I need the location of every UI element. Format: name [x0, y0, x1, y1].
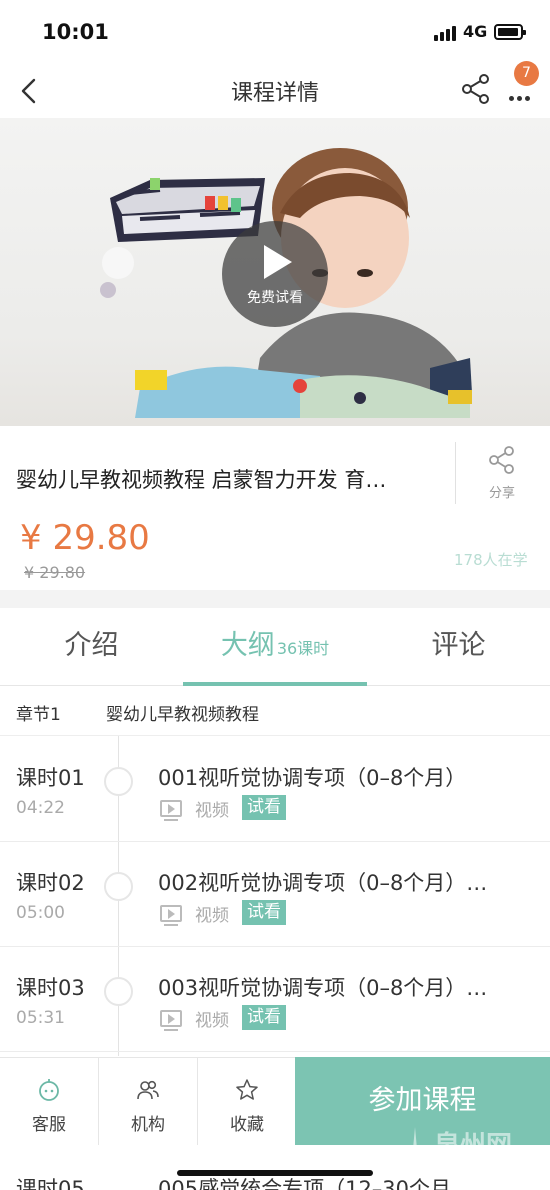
chapter-name: 婴幼儿早教视频教程 [106, 705, 259, 725]
lesson-row[interactable]: 课时03 05:31 003视听觉协调专项（0–8个月）… 视频 试看 [0, 947, 550, 1052]
course-title: 婴幼儿早教视频教程 启蒙智力开发 育… [16, 468, 387, 492]
free-preview-play-button[interactable]: 免费试看 [222, 221, 328, 327]
nav-bar: 课程详情 [0, 62, 550, 118]
chapter-header: 章节1 婴幼儿早教视频教程 [0, 686, 550, 736]
share-label: 分享 [488, 486, 515, 501]
signal-icon [434, 25, 460, 41]
trial-badge: 试看 [242, 795, 286, 820]
trial-badge: 试看 [242, 1005, 286, 1030]
customer-service-label: 客服 [32, 1115, 66, 1135]
status-time: 10:01 [42, 20, 109, 44]
lesson-row[interactable]: 课时01 04:22 001视听觉协调专项（0–8个月） 视频 试看 [0, 737, 550, 842]
institution-button[interactable]: 机构 [99, 1058, 197, 1146]
lesson-duration: 04:22 [16, 798, 65, 818]
learner-count: 178人在学 [454, 551, 528, 569]
tower-logo-icon [399, 1127, 431, 1171]
site-watermark-logo: 泉州网 www.qzwb.com [398, 1125, 538, 1175]
video-icon [160, 800, 182, 821]
original-price: ¥ 29.80 [24, 563, 86, 582]
notification-badge: 7 [514, 61, 539, 86]
tab-review[interactable]: 评论 [367, 608, 550, 686]
service-bot-icon [39, 1079, 59, 1101]
tab-outline-label: 大纲 [220, 630, 275, 661]
lesson-title: 001视听觉协调专项（0–8个月） [158, 766, 467, 790]
status-bar: 10:01 4G [0, 0, 550, 62]
timeline-dot [104, 977, 133, 1006]
favorite-label: 收藏 [230, 1115, 264, 1135]
home-indicator[interactable] [177, 1170, 373, 1176]
lesson-type: 视频 [195, 801, 229, 821]
tab-intro[interactable]: 介绍 [0, 608, 183, 686]
course-tabs: 介绍 大纲 36课时 评论 [0, 608, 550, 686]
lesson-title: 003视听觉协调专项（0–8个月）… [158, 976, 488, 1000]
share-course-button[interactable]: 分享 [482, 444, 522, 504]
share-button[interactable] [460, 72, 492, 106]
more-icon [509, 86, 533, 105]
network-type: 4G [463, 22, 488, 41]
section-gap [0, 590, 550, 608]
lesson-count: 36课时 [276, 639, 330, 658]
lesson-number: 课时05 [16, 1177, 85, 1190]
lesson-duration: 05:31 [16, 1008, 65, 1028]
lesson-number: 课时03 [16, 976, 85, 1000]
trial-badge: 试看 [242, 900, 286, 925]
play-icon [264, 245, 292, 279]
star-icon [236, 1079, 258, 1100]
watermark-url: www.qzwb.com [436, 1159, 514, 1170]
share-icon [462, 74, 489, 104]
battery-icon [494, 24, 526, 40]
customer-service-button[interactable]: 客服 [0, 1058, 98, 1146]
timeline-dot [104, 872, 133, 901]
video-icon [160, 1010, 182, 1031]
lesson-type: 视频 [195, 1011, 229, 1031]
current-price: ¥ 29.80 [20, 518, 150, 558]
course-cover-image[interactable]: 免费试看 [0, 118, 550, 426]
lesson-title: 002视听觉协调专项（0–8个月）… [158, 871, 488, 895]
tab-outline[interactable]: 大纲 36课时 [183, 608, 367, 686]
watermark-name: 泉州网 [434, 1131, 513, 1161]
chapter-number: 章节1 [16, 705, 61, 725]
favorite-button[interactable]: 收藏 [198, 1058, 296, 1146]
video-icon [160, 905, 182, 926]
lesson-duration: 05:00 [16, 903, 65, 923]
lesson-number: 课时01 [16, 766, 85, 790]
people-icon [137, 1080, 159, 1100]
divider [455, 442, 456, 504]
lesson-type: 视频 [195, 906, 229, 926]
lesson-number: 课时02 [16, 871, 85, 895]
timeline-dot [104, 767, 133, 796]
lesson-row[interactable]: 课时02 05:00 002视听觉协调专项（0–8个月）… 视频 试看 [0, 842, 550, 947]
free-preview-label: 免费试看 [247, 290, 303, 306]
share-icon [489, 446, 514, 474]
institution-label: 机构 [131, 1115, 165, 1135]
